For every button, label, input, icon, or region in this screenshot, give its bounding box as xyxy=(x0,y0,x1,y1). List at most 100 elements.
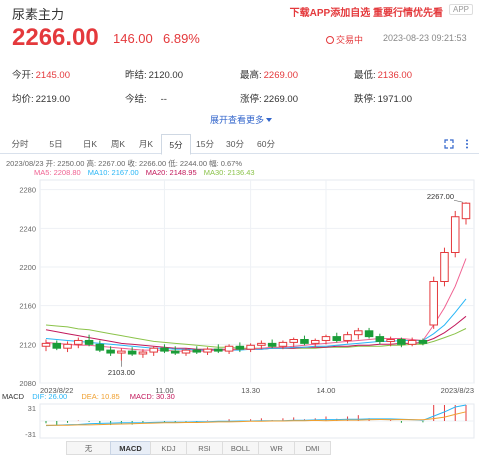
candle xyxy=(203,347,212,355)
x-tick-label: 13.30 xyxy=(241,386,260,395)
candle-body xyxy=(461,202,471,220)
candle-body xyxy=(149,347,158,353)
page-title: 尿素主力 xyxy=(12,7,65,22)
price-change: 146.00 xyxy=(113,31,153,46)
current-price: 2266.00 xyxy=(12,24,99,51)
candle xyxy=(95,340,105,353)
candle-body xyxy=(321,336,331,341)
candle-body xyxy=(278,341,288,347)
indicator-tab-wr[interactable]: WR xyxy=(258,441,295,455)
candle-body xyxy=(310,339,320,344)
candle-body xyxy=(257,342,266,346)
macd-y-tick: 31 xyxy=(28,404,36,413)
indicator-tab-boll[interactable]: BOLL xyxy=(222,441,259,455)
y-tick-label: 2200 xyxy=(19,263,36,272)
candle xyxy=(450,210,460,258)
indicator-tab-none[interactable]: 无 xyxy=(66,441,111,455)
more-icon[interactable] xyxy=(462,139,472,149)
candle-body xyxy=(364,330,374,338)
stat-low: 最低: 2136.00 xyxy=(354,70,412,81)
candle-body xyxy=(52,342,62,349)
stat-avg: 均价: 2219.00 xyxy=(12,94,70,105)
expand-more-button[interactable]: 展开查看更多 xyxy=(210,113,273,126)
x-tick-label: 2023/8/23 xyxy=(441,386,474,395)
tab-monthly-k[interactable]: 月K xyxy=(134,134,158,154)
tab-60min[interactable]: 60分 xyxy=(253,134,279,154)
candle-body xyxy=(450,216,460,253)
candle-body xyxy=(74,339,83,345)
candle-body xyxy=(138,351,148,355)
candle-body xyxy=(429,281,438,326)
indicator-tab-macd[interactable]: MACD xyxy=(110,441,151,455)
candle xyxy=(63,341,72,353)
macd-dif: DIF: 26.00 xyxy=(32,392,68,401)
tab-timeshare[interactable]: 分时 xyxy=(8,134,32,154)
candle-body xyxy=(354,330,363,336)
candle xyxy=(364,327,374,339)
app-badge[interactable]: APP xyxy=(448,4,473,15)
y-tick-label: 2080 xyxy=(19,379,36,388)
candle xyxy=(461,202,471,225)
low-annotation: 2103.00 xyxy=(108,368,135,377)
kline-chart[interactable]: 2280224022002160212020802023/8/22 11.00 13… xyxy=(0,175,479,441)
candle xyxy=(192,346,202,354)
candle-body xyxy=(181,349,191,354)
candle-body xyxy=(63,343,72,349)
tab-5day[interactable]: 5日 xyxy=(44,134,68,154)
quote-stats: 今开: 2145.00 昨结: 2120.00 最高: 2269.00 最低: 2136… xyxy=(0,60,479,110)
candle-body xyxy=(117,350,126,354)
candle-body xyxy=(343,334,352,341)
tab-15min[interactable]: 15分 xyxy=(193,134,217,154)
indicator-tab-rsi[interactable]: RSI xyxy=(186,441,223,455)
x-tick-label: 14.00 xyxy=(317,386,336,395)
candle-body xyxy=(267,342,277,347)
candle-body xyxy=(214,348,223,352)
candle-body xyxy=(160,347,169,352)
high-marker xyxy=(453,199,464,203)
quote-header: 尿素主力 下载APP添加自选 重要行情优先看 APP 2266.00 146.0… xyxy=(0,0,479,60)
candle-body xyxy=(127,350,137,355)
candle-body xyxy=(407,339,417,345)
candle-body xyxy=(224,345,234,352)
macd-dea: DEA: 10.85 xyxy=(81,392,120,401)
y-tick-label: 2280 xyxy=(19,186,36,195)
macd-title: MACD xyxy=(2,392,25,401)
candle-body xyxy=(246,344,255,350)
candle xyxy=(41,339,51,352)
candle xyxy=(160,344,169,354)
candle-body xyxy=(397,339,406,345)
tab-weekly-k[interactable]: 周K xyxy=(106,134,130,154)
clock-icon xyxy=(326,36,334,44)
tab-30min[interactable]: 30分 xyxy=(222,134,248,154)
indicator-tab-kdj[interactable]: KDJ xyxy=(150,441,187,455)
candle xyxy=(84,334,94,347)
fullscreen-icon[interactable] xyxy=(444,139,454,149)
candle xyxy=(429,276,438,329)
candle xyxy=(300,335,309,346)
high-annotation: 2267.00 xyxy=(427,192,454,201)
plot-frame xyxy=(39,179,475,384)
stats-row-1: 今开: 2145.00 昨结: 2120.00 最高: 2269.00 最低: 2136… xyxy=(0,67,479,83)
candle xyxy=(74,337,83,349)
candle-body xyxy=(235,345,245,350)
macd-y-tick: -31 xyxy=(25,430,36,439)
stat-prev-close: 昨结: 2120.00 xyxy=(125,70,183,81)
trading-status-text: 交易中 xyxy=(336,35,364,45)
quote-timestamp: 2023-08-23 09:21:53 xyxy=(383,33,467,43)
indicator-tab-dmi[interactable]: DMI xyxy=(294,441,331,455)
candle xyxy=(214,344,223,354)
stat-limit-down: 跌停: 1971.00 xyxy=(354,94,412,105)
stat-limit-up: 涨停: 2269.00 xyxy=(240,94,298,105)
stat-high: 最高: 2269.00 xyxy=(240,70,298,81)
candle-body xyxy=(300,339,309,344)
tab-5min[interactable]: 5分 xyxy=(161,134,191,155)
candle xyxy=(52,340,62,351)
candle xyxy=(375,333,385,345)
candle xyxy=(117,348,126,361)
candle-body xyxy=(192,349,202,353)
dif-line xyxy=(45,404,467,427)
candle xyxy=(354,327,363,340)
candle-body xyxy=(106,349,115,354)
tab-daily-k[interactable]: 日K xyxy=(78,134,102,154)
download-app-promo-link[interactable]: 下载APP添加自选 重要行情优先看 xyxy=(290,4,443,19)
